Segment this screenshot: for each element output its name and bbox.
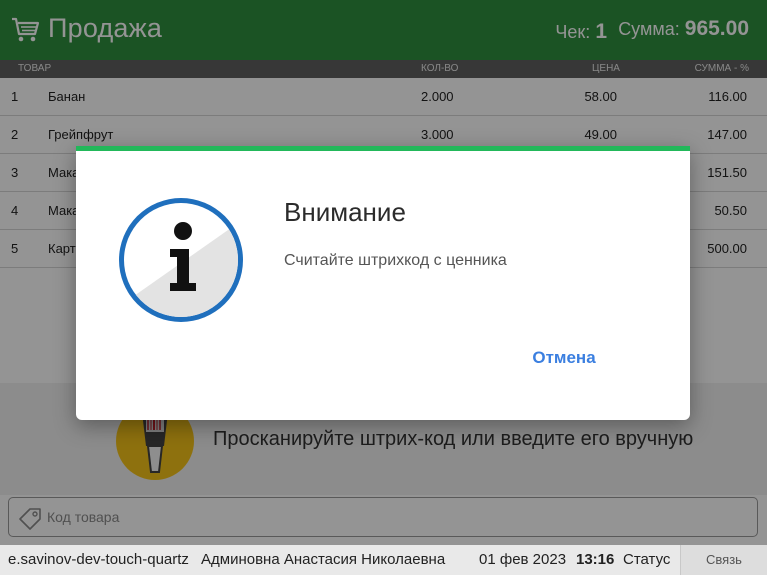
attention-dialog: Внимание Считайте штрихкод с ценника Отм… [76, 146, 690, 420]
connection-button[interactable]: Связь [680, 545, 767, 575]
status-link[interactable]: Статус [623, 551, 670, 568]
cancel-button[interactable]: Отмена [524, 343, 604, 373]
device-name: e.savinov-dev-touch-quartz [8, 551, 189, 568]
dialog-title: Внимание [284, 197, 406, 227]
cashier-name: Админовна Анастасия Николаевна [201, 551, 446, 568]
status-time: 13:16 [576, 551, 615, 568]
dialog-message: Считайте штрихкод с ценника [284, 252, 507, 269]
status-bar: e.savinov-dev-touch-quartz Админовна Ана… [0, 545, 767, 575]
status-date: 01 фев 2023 [479, 551, 567, 568]
info-icon [119, 198, 243, 322]
